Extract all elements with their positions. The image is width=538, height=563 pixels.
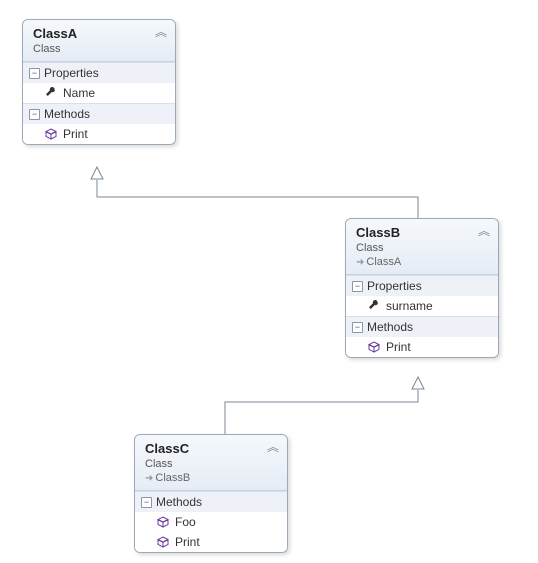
wrench-icon <box>45 87 57 99</box>
section-label: Methods <box>44 107 90 121</box>
cube-icon <box>157 536 169 548</box>
class-header[interactable]: ClassC Class ➜ClassB ︽ <box>135 435 287 491</box>
inherits-name: ClassA <box>366 256 401 268</box>
cube-icon <box>368 341 380 353</box>
section-label: Methods <box>367 320 413 334</box>
class-box-ClassB[interactable]: ClassB Class ➜ClassA ︽ − Properties surn… <box>345 218 499 358</box>
method-name: Print <box>386 340 411 354</box>
section-methods: − Methods Print <box>23 103 175 144</box>
class-header[interactable]: ClassA Class ︽ <box>23 20 175 62</box>
section-methods: − Methods Print <box>346 316 498 357</box>
expander-icon[interactable]: − <box>352 281 363 292</box>
inherits-arrow-icon: ➜ <box>356 257 364 268</box>
section-label: Properties <box>367 279 422 293</box>
section-header-methods[interactable]: − Methods <box>135 492 287 512</box>
class-box-ClassC[interactable]: ClassC Class ➜ClassB ︽ − Methods Foo Pri… <box>134 434 288 553</box>
expander-icon[interactable]: − <box>29 109 40 120</box>
method-name: Print <box>175 535 200 549</box>
inherits-arrow-icon: ➜ <box>145 473 153 484</box>
diagram-canvas: ClassA Class ︽ − Properties Name − Metho… <box>0 0 538 563</box>
expander-icon[interactable]: − <box>352 322 363 333</box>
class-title: ClassB <box>356 225 490 240</box>
section-label: Methods <box>156 495 202 509</box>
class-inherits: ➜ClassB <box>145 472 279 484</box>
class-title: ClassA <box>33 26 167 41</box>
wrench-icon <box>368 300 380 312</box>
method-item[interactable]: Print <box>135 532 287 552</box>
section-header-methods[interactable]: − Methods <box>346 317 498 337</box>
class-header[interactable]: ClassB Class ➜ClassA ︽ <box>346 219 498 275</box>
class-inherits: ➜ClassA <box>356 256 490 268</box>
cube-icon <box>157 516 169 528</box>
collapse-chevron-icon[interactable]: ︽ <box>267 441 279 453</box>
property-item[interactable]: surname <box>346 296 498 316</box>
cube-icon <box>45 128 57 140</box>
class-box-ClassA[interactable]: ClassA Class ︽ − Properties Name − Metho… <box>22 19 176 145</box>
expander-icon[interactable]: − <box>29 68 40 79</box>
section-properties: − Properties surname <box>346 275 498 316</box>
class-stereotype: Class <box>145 458 279 470</box>
class-stereotype: Class <box>356 242 490 254</box>
collapse-chevron-icon[interactable]: ︽ <box>155 26 167 38</box>
section-methods: − Methods Foo Print <box>135 491 287 552</box>
method-name: Print <box>63 127 88 141</box>
section-label: Properties <box>44 66 99 80</box>
section-header-methods[interactable]: − Methods <box>23 104 175 124</box>
method-item[interactable]: Foo <box>135 512 287 532</box>
method-item[interactable]: Print <box>346 337 498 357</box>
section-properties: − Properties Name <box>23 62 175 103</box>
property-name: Name <box>63 86 95 100</box>
method-name: Foo <box>175 515 196 529</box>
section-header-properties[interactable]: − Properties <box>346 276 498 296</box>
collapse-chevron-icon[interactable]: ︽ <box>478 225 490 237</box>
method-item[interactable]: Print <box>23 124 175 144</box>
inherits-name: ClassB <box>155 472 190 484</box>
expander-icon[interactable]: − <box>141 497 152 508</box>
section-header-properties[interactable]: − Properties <box>23 63 175 83</box>
class-title: ClassC <box>145 441 279 456</box>
property-item[interactable]: Name <box>23 83 175 103</box>
class-stereotype: Class <box>33 43 167 55</box>
property-name: surname <box>386 299 433 313</box>
